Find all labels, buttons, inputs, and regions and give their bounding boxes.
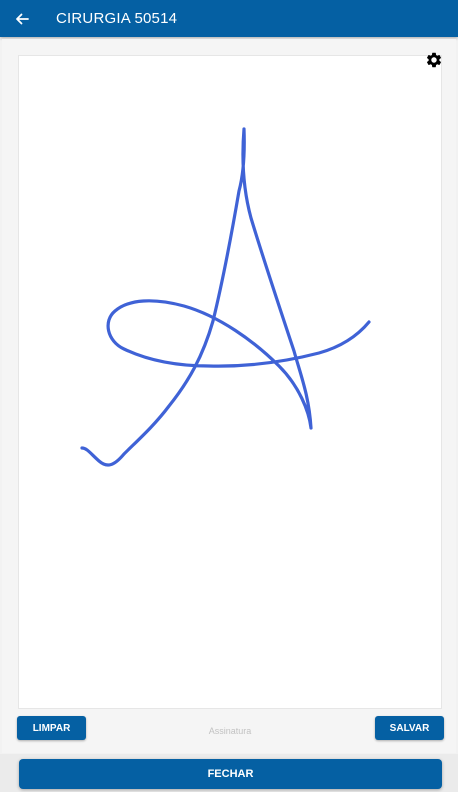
arrow-left-icon: [16, 13, 29, 24]
signature-caption: Assinatura: [208, 726, 252, 736]
settings-button[interactable]: [424, 50, 444, 70]
app-bar: CIRURGIA 50514: [0, 0, 458, 37]
save-button[interactable]: SALVAR: [375, 716, 444, 740]
signature-pad[interactable]: [18, 55, 442, 709]
signature-stroke: [80, 127, 371, 467]
back-button[interactable]: [0, 0, 44, 37]
clear-button[interactable]: LIMPAR: [17, 716, 86, 740]
gear-icon: [426, 52, 442, 68]
page-title: CIRURGIA 50514: [56, 10, 178, 27]
close-button[interactable]: FECHAR: [19, 759, 442, 789]
